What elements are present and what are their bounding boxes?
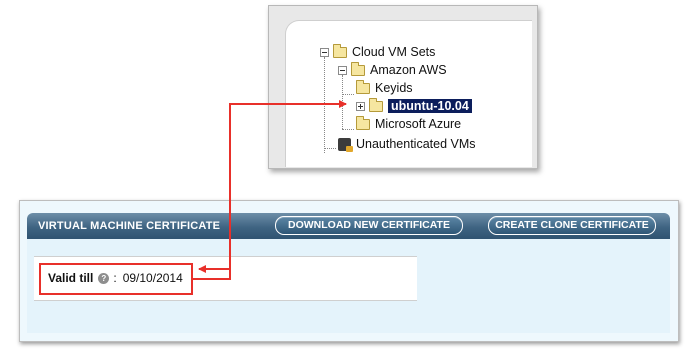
tree-item-label: Unauthenticated VMs xyxy=(356,137,476,151)
tree-item-ubuntu[interactable]: ubuntu-10.04 xyxy=(356,97,472,115)
tree-line xyxy=(342,129,354,130)
tree-line xyxy=(324,148,336,149)
folder-icon xyxy=(356,79,370,94)
tree-line xyxy=(342,75,343,129)
tree-line xyxy=(342,94,354,95)
tree-item-amazon-aws[interactable]: Amazon AWS xyxy=(338,61,447,79)
collapse-icon[interactable] xyxy=(320,47,329,57)
locked-vm-icon xyxy=(338,137,353,152)
annotation-highlight-box xyxy=(39,263,193,295)
create-clone-certificate-button[interactable]: CREATE CLONE CERTIFICATE xyxy=(488,216,656,235)
folder-icon xyxy=(356,115,370,130)
vm-tree: Cloud VM Sets Amazon AWS Keyids ubuntu-1… xyxy=(285,20,532,167)
certificate-header: VIRTUAL MACHINE CERTIFICATE DOWNLOAD NEW… xyxy=(27,213,670,239)
tree-item-label: Microsoft Azure xyxy=(375,117,462,131)
tree-item-keyids[interactable]: Keyids xyxy=(356,79,413,97)
tree-item-label-selected: ubuntu-10.04 xyxy=(388,99,472,113)
certificate-title: VIRTUAL MACHINE CERTIFICATE xyxy=(38,220,221,232)
tree-line xyxy=(324,57,325,153)
tree-item-label: Amazon AWS xyxy=(370,63,447,77)
collapse-icon[interactable] xyxy=(338,65,347,75)
download-certificate-button[interactable]: DOWNLOAD NEW CERTIFICATE xyxy=(275,216,463,235)
tree-item-unauthenticated-vms[interactable]: Unauthenticated VMs xyxy=(338,135,476,153)
tree-item-microsoft-azure[interactable]: Microsoft Azure xyxy=(356,115,461,133)
folder-icon xyxy=(333,43,347,58)
folder-icon xyxy=(369,97,383,112)
vm-tree-panel: Cloud VM Sets Amazon AWS Keyids ubuntu-1… xyxy=(268,5,538,169)
expand-icon[interactable] xyxy=(356,101,365,111)
folder-icon xyxy=(351,61,365,76)
tree-item-cloud-vm-sets[interactable]: Cloud VM Sets xyxy=(320,43,435,61)
tree-item-label: Cloud VM Sets xyxy=(352,45,436,59)
tree-item-label: Keyids xyxy=(375,81,413,95)
